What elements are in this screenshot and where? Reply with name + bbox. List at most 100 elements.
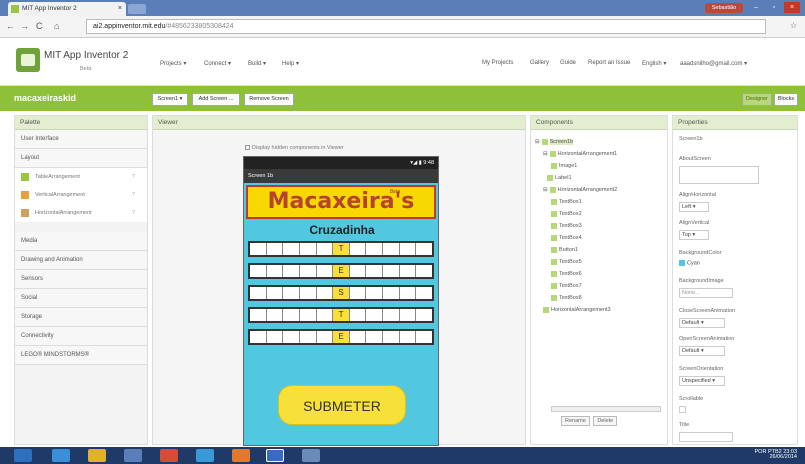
crossword-key-cell[interactable]: E (333, 265, 350, 277)
crossword-cell[interactable] (383, 287, 400, 299)
collapse-toggle-icon[interactable]: ⊟ (543, 187, 548, 193)
palette-category-social[interactable]: Social (15, 289, 147, 308)
browser-user-badge[interactable]: Sebastião (705, 3, 743, 13)
media-player-icon[interactable] (232, 449, 250, 462)
crossword-cell[interactable] (383, 243, 400, 255)
crossword-cell[interactable] (416, 243, 432, 255)
component-tree-item[interactable]: TextBox2 (535, 208, 665, 220)
menu-my-projects[interactable]: My Projects (482, 60, 513, 66)
rename-button[interactable]: Rename (561, 416, 590, 426)
home-icon[interactable]: ⌂ (54, 21, 59, 31)
collapse-toggle-icon[interactable]: ⊟ (543, 151, 548, 157)
crossword-row[interactable]: E (248, 329, 434, 345)
crossword-cell[interactable] (283, 309, 300, 321)
crossword-cell[interactable] (283, 287, 300, 299)
crossword-cell[interactable] (350, 243, 367, 255)
blocks-button[interactable]: Blocks (774, 93, 798, 106)
align-horizontal-select[interactable]: Left ▾ (679, 202, 709, 212)
collapse-toggle-icon[interactable]: ⊟ (535, 139, 540, 145)
crossword-cell[interactable] (416, 331, 432, 343)
palette-category-media[interactable]: Media (15, 232, 147, 251)
crossword-cell[interactable] (366, 265, 384, 277)
help-icon[interactable]: ? (132, 204, 135, 222)
align-vertical-select[interactable]: Top ▾ (679, 230, 709, 240)
palette-item-verticalarrangement[interactable]: VerticalArrangement ? (15, 186, 147, 204)
menu-account[interactable]: aaadsnilho@gmail.com ▾ (680, 60, 747, 67)
palette-category-connectivity[interactable]: Connectivity (15, 327, 147, 346)
component-tree-item[interactable]: Label1 (535, 172, 665, 184)
crossword-row[interactable]: T (248, 241, 434, 257)
crossword-cell[interactable] (383, 331, 400, 343)
component-tree-item[interactable]: ⊟ Screen1b (535, 136, 665, 148)
component-tree-item[interactable]: TextBox6 (535, 268, 665, 280)
component-tree-item[interactable]: HorizontalArrangement3 (535, 304, 665, 316)
crossword-cell[interactable] (416, 309, 432, 321)
palette-item-horizontalarrangement[interactable]: HorizontalArrangement ? (15, 204, 147, 222)
title-input[interactable] (679, 432, 733, 442)
component-tree-item[interactable]: ⊟ HorizontalArrangement2 (535, 184, 665, 196)
menu-connect[interactable]: Connect ▾ (204, 60, 231, 67)
palette-item-tablearrangement[interactable]: TableArrangement ? (15, 168, 147, 186)
component-tree-item[interactable]: TextBox5 (535, 256, 665, 268)
url-input[interactable]: ai2.appinventor.mit.edu/#485623380530842… (86, 19, 766, 34)
palette-category-layout[interactable]: Layout (15, 149, 147, 168)
bookmark-star-icon[interactable]: ☆ (790, 21, 797, 30)
crossword-cell[interactable] (250, 265, 267, 277)
internet-explorer-icon[interactable] (52, 449, 70, 462)
crossword-cell[interactable] (300, 243, 317, 255)
crossword-cell[interactable] (250, 309, 267, 321)
crossword-cell[interactable] (400, 287, 417, 299)
submeter-button[interactable]: SUBMETER (278, 385, 406, 425)
tab-close-icon[interactable]: × (118, 2, 122, 16)
crossword-cell[interactable] (366, 331, 384, 343)
background-image-input[interactable]: None... (679, 288, 733, 298)
macaxeiras-banner-image[interactable]: Macaxeira's Beta (246, 185, 436, 219)
menu-help[interactable]: Help ▾ (282, 60, 299, 67)
menu-gallery[interactable]: Gallery (530, 60, 549, 66)
paint-icon[interactable] (302, 449, 320, 462)
crossword-cell[interactable] (383, 265, 400, 277)
crossword-cell[interactable] (267, 243, 284, 255)
crossword-cell[interactable] (400, 243, 417, 255)
crossword-cell[interactable] (383, 309, 400, 321)
palette-category-lego[interactable]: LEGO® MINDSTORMS® (15, 346, 147, 365)
crossword-cell[interactable] (250, 287, 267, 299)
crossword-cell[interactable] (317, 331, 334, 343)
crossword-key-cell[interactable]: E (333, 331, 350, 343)
crossword-cell[interactable] (317, 287, 334, 299)
menu-build[interactable]: Build ▾ (248, 60, 266, 67)
designer-button[interactable]: Designer (742, 93, 772, 106)
forward-icon[interactable]: → (20, 21, 29, 31)
cruzadinha-label[interactable]: Cruzadinha (244, 223, 438, 237)
background-color-value[interactable]: Cyan (679, 260, 700, 266)
crossword-cell[interactable] (400, 265, 417, 277)
crossword-cell[interactable] (300, 265, 317, 277)
crossword-cell[interactable] (300, 309, 317, 321)
app-icon[interactable] (124, 449, 142, 462)
component-tree-item[interactable]: Button1 (535, 244, 665, 256)
crossword-cell[interactable] (283, 243, 300, 255)
crossword-cell[interactable] (317, 265, 334, 277)
help-icon[interactable]: ? (132, 186, 135, 204)
crossword-key-cell[interactable]: S (333, 287, 350, 299)
palette-category-storage[interactable]: Storage (15, 308, 147, 327)
component-tree-item[interactable]: TextBox3 (535, 220, 665, 232)
file-explorer-icon[interactable] (88, 449, 106, 462)
back-icon[interactable]: ← (6, 21, 15, 31)
open-animation-select[interactable]: Default ▾ (679, 346, 725, 356)
app-icon[interactable] (196, 449, 214, 462)
about-screen-input[interactable] (679, 166, 759, 184)
crossword-cell[interactable] (366, 243, 384, 255)
component-tree-item[interactable]: TextBox4 (535, 232, 665, 244)
crossword-cell[interactable] (350, 331, 367, 343)
component-tree-item[interactable]: Image1 (535, 160, 665, 172)
crossword-cell[interactable] (267, 287, 284, 299)
components-scrollbar[interactable] (551, 406, 661, 412)
crossword-cell[interactable] (267, 331, 284, 343)
window-close-button[interactable]: × (784, 2, 800, 13)
crossword-cell[interactable] (416, 265, 432, 277)
palette-category-sensors[interactable]: Sensors (15, 270, 147, 289)
palette-category-drawing[interactable]: Drawing and Animation (15, 251, 147, 270)
crossword-cell[interactable] (267, 265, 284, 277)
add-screen-button[interactable]: Add Screen ... (192, 93, 240, 106)
